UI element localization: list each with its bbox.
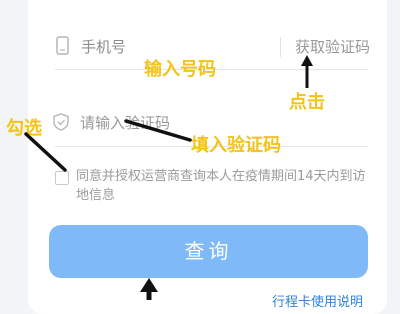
- usage-guide-link[interactable]: 行程卡使用说明: [272, 291, 363, 310]
- code-input[interactable]: 请输入验证码: [80, 112, 170, 133]
- get-code-button[interactable]: 获取验证码: [279, 37, 370, 57]
- annotation-enter-code: 填入验证码: [191, 135, 281, 156]
- annotation-enter-phone: 输入号码: [144, 59, 216, 80]
- phone-input[interactable]: 手机号: [81, 36, 126, 57]
- annotation-check: 勾选: [6, 118, 42, 139]
- agreement-checkbox[interactable]: [55, 171, 69, 185]
- query-button[interactable]: 查询: [49, 225, 368, 278]
- annotation-click: 点击: [289, 92, 325, 113]
- agreement-text: 同意并授权运营商查询本人在疫情期间14天内到访地信息: [76, 169, 366, 203]
